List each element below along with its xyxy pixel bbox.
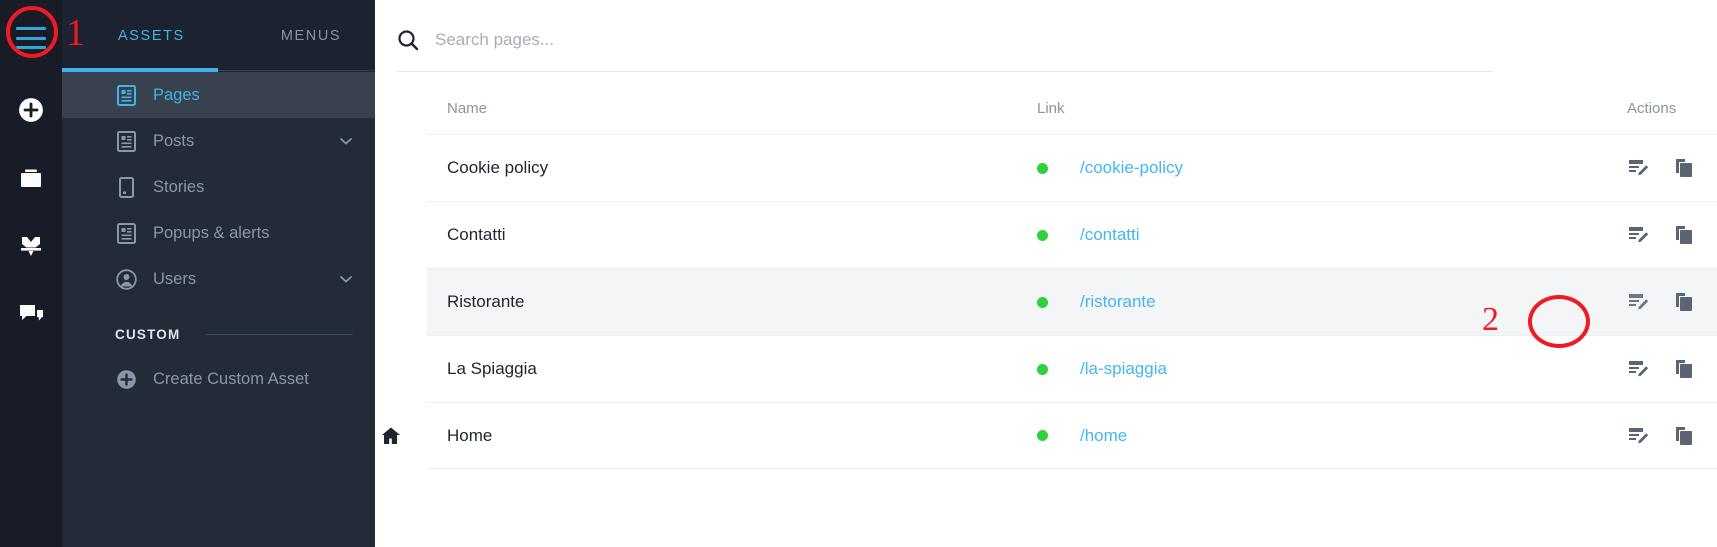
status-badge [1037, 430, 1048, 441]
table-row[interactable]: Cookie policy /cookie-policy [427, 134, 1717, 201]
page-icon [115, 84, 137, 106]
menu-toggle[interactable] [16, 27, 46, 49]
sidebar-item-label: Stories [153, 177, 205, 196]
page-icon [115, 222, 137, 244]
column-header-link: Link [1037, 99, 1065, 117]
cell-name: Cookie policy [447, 158, 549, 177]
section-divider [206, 333, 353, 335]
table-row[interactable]: Home /home [382, 402, 1717, 469]
status-badge [1037, 296, 1048, 308]
page-link[interactable]: /ristorante [1080, 292, 1156, 312]
cell-actions [1627, 224, 1717, 246]
rail-item-design[interactable] [0, 212, 62, 280]
topbar [375, 0, 1717, 82]
duplicate-icon[interactable] [1673, 291, 1695, 313]
sidebar-item-label: Popups & alerts [153, 223, 270, 242]
table-row[interactable]: La Spiaggia /la-spiaggia [427, 335, 1717, 402]
rail-item-projects[interactable] [0, 144, 62, 212]
tab-rule [218, 70, 375, 71]
column-header-name: Name [447, 99, 488, 117]
duplicate-icon[interactable] [1673, 358, 1695, 380]
table-row[interactable]: Ristorante /ristorante [427, 268, 1717, 335]
edit-icon[interactable] [1627, 224, 1649, 246]
sidebar-menu: Pages Posts Stories Popups & alerts User… [62, 72, 375, 402]
duplicate-icon[interactable] [1673, 157, 1695, 179]
hamburger-bar [16, 27, 46, 30]
cell-link: /la-spiaggia [1037, 359, 1627, 379]
sidebar-item-label: Posts [153, 131, 195, 150]
rail-top [0, 0, 62, 76]
cell-actions [1627, 425, 1717, 447]
home-icon [381, 426, 401, 446]
cell-name: Contatti [447, 225, 506, 244]
page-link[interactable]: /cookie-policy [1080, 158, 1183, 178]
hamburger-bar [16, 36, 46, 40]
sidebar: ASSETS MENUS Pages Posts Stories Popups … [62, 0, 375, 547]
edit-icon[interactable] [1627, 358, 1649, 380]
briefcase-icon [18, 166, 44, 190]
sidebar-item-users[interactable]: Users [62, 256, 375, 302]
page-link[interactable]: /home [1080, 426, 1127, 446]
sidebar-item-label: Pages [153, 85, 200, 104]
main-panel: Name Link Actions Cookie policy /cookie-… [375, 0, 1717, 547]
column-header-actions: Actions [1627, 99, 1677, 117]
cell-actions [1627, 358, 1717, 380]
cell-link: /home [1037, 426, 1627, 446]
cell-link: /contatti [1037, 225, 1627, 245]
cell-name: Home [447, 425, 493, 445]
tab-menus[interactable]: MENUS [281, 24, 341, 44]
sidebar-item-popups[interactable]: Popups & alerts [62, 210, 375, 256]
duplicate-icon[interactable] [1673, 425, 1695, 447]
brush-icon [18, 233, 44, 259]
search-icon [397, 29, 419, 51]
page-link[interactable]: /contatti [1080, 225, 1140, 245]
search-bar[interactable] [397, 10, 1492, 72]
add-circle-icon [18, 97, 44, 123]
page-link[interactable]: /la-spiaggia [1080, 359, 1167, 379]
sidebar-item-create-custom-asset[interactable]: Create Custom Asset [62, 356, 375, 402]
search-input[interactable] [435, 29, 1492, 50]
sidebar-item-pages[interactable]: Pages [62, 72, 375, 118]
tab-assets[interactable]: ASSETS [118, 24, 185, 44]
rail-item-add[interactable] [0, 76, 62, 144]
icon-rail [0, 0, 62, 547]
sidebar-tabs: ASSETS MENUS [62, 0, 375, 72]
edit-icon[interactable] [1627, 291, 1649, 313]
cell-actions [1627, 157, 1717, 179]
table-row[interactable]: Contatti /contatti [427, 201, 1717, 268]
status-badge [1037, 229, 1048, 241]
user-icon [115, 268, 137, 290]
sidebar-item-posts[interactable]: Posts [62, 118, 375, 164]
status-badge [1037, 162, 1048, 174]
story-icon [115, 176, 137, 198]
duplicate-icon[interactable] [1673, 224, 1695, 246]
cell-name: Ristorante [447, 292, 525, 311]
sidebar-item-label: Users [153, 269, 197, 288]
cell-actions [1627, 291, 1717, 313]
chevron-down-icon[interactable] [339, 134, 353, 148]
cell-link: /ristorante [1037, 292, 1627, 312]
hamburger-bar [16, 46, 46, 49]
table-header: Name Link Actions [427, 82, 1717, 134]
edit-icon[interactable] [1627, 425, 1649, 447]
section-label: CUSTOM [115, 326, 181, 342]
status-badge [1037, 363, 1048, 375]
rail-item-comments[interactable] [0, 280, 62, 348]
rail-icon-list [0, 76, 62, 348]
cell-name: La Spiaggia [447, 359, 537, 378]
sidebar-item-stories[interactable]: Stories [62, 164, 375, 210]
cell-link: /cookie-policy [1037, 158, 1627, 178]
sidebar-item-label: Create Custom Asset [153, 369, 309, 388]
sidebar-section-custom: CUSTOM [62, 312, 375, 356]
page-icon [115, 130, 137, 152]
edit-icon[interactable] [1627, 157, 1649, 179]
app-window: ASSETS MENUS Pages Posts Stories Popups … [0, 0, 1717, 547]
chat-icon [18, 302, 45, 326]
pages-table: Name Link Actions Cookie policy /cookie-… [375, 82, 1717, 469]
plus-circle-icon [115, 368, 137, 390]
chevron-down-icon[interactable] [339, 272, 353, 286]
